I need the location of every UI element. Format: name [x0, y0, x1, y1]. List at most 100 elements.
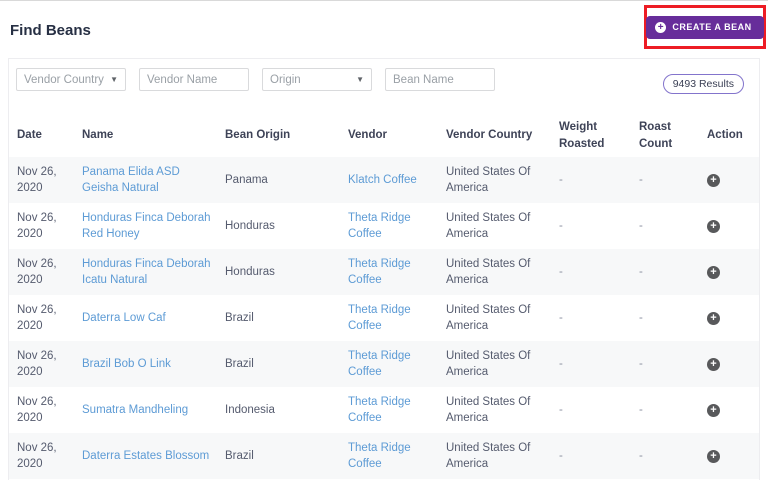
name-cell: Honduras Finca Deborah Red Honey	[74, 203, 217, 249]
roast-count-cell: -	[639, 219, 643, 232]
bean-name-link[interactable]: Daterra Estates Blossom	[82, 450, 209, 462]
date-cell: Nov 26, 2020	[17, 303, 57, 332]
bean-origin-cell: Indonesia	[225, 403, 275, 416]
vendor-cell: Theta Ridge Coffee	[340, 341, 438, 387]
bean-origin-cell: Honduras	[225, 219, 275, 232]
beans-table: Date Name Bean Origin Vendor Vendor Country W…	[9, 114, 759, 479]
find-beans-page: { "page": { "title": "Find Beans" }, "cr…	[0, 0, 768, 480]
roast-count-cell: -	[639, 449, 643, 462]
page-title: Find Beans	[10, 22, 91, 39]
bean-origin-cell: Brazil	[225, 449, 254, 462]
add-roast-icon[interactable]: +	[707, 357, 720, 371]
weight-roasted-cell: -	[559, 173, 563, 186]
bean-name-input[interactable]	[385, 68, 495, 91]
name-cell: Honduras Finca Deborah Icatu Natural	[74, 249, 217, 295]
vendor-country-cell: United States Of America	[446, 257, 531, 286]
name-cell: Daterra Low Caf	[74, 295, 217, 341]
vendor-cell: Theta Ridge Coffee	[340, 249, 438, 295]
bean-name-link[interactable]: Honduras Finca Deborah Icatu Natural	[82, 258, 211, 286]
table-row: Nov 26, 2020 Honduras Finca Deborah Icat…	[9, 249, 759, 295]
vendor-cell: Klatch Coffee	[340, 157, 438, 203]
table-row: Nov 26, 2020 Daterra Low Caf Brazil Thet…	[9, 295, 759, 341]
table-row: Nov 26, 2020 Sumatra Mandheling Indonesi…	[9, 387, 759, 433]
roast-count-cell: -	[639, 265, 643, 278]
bean-name-link[interactable]: Sumatra Mandheling	[82, 404, 188, 416]
roast-count-cell: -	[639, 173, 643, 186]
roast-count-cell: -	[639, 403, 643, 416]
vendor-link[interactable]: Klatch Coffee	[348, 174, 417, 186]
column-header-vendor-country: Vendor Country	[446, 129, 533, 142]
weight-roasted-cell: -	[559, 403, 563, 416]
bean-origin-cell: Brazil	[225, 311, 254, 324]
weight-roasted-cell: -	[559, 219, 563, 232]
chevron-down-icon: ▼	[110, 74, 118, 84]
vendor-country-select-label: Vendor Country	[24, 73, 104, 86]
column-header-roast-count: Roast Count	[639, 120, 673, 150]
roast-count-cell: -	[639, 357, 643, 370]
table-row: Nov 26, 2020 Panama Elida ASD Geisha Nat…	[9, 157, 759, 203]
bean-name-link[interactable]: Panama Elida ASD Geisha Natural	[82, 166, 180, 194]
table-row: Nov 26, 2020 Honduras Finca Deborah Red …	[9, 203, 759, 249]
bean-origin-cell: Honduras	[225, 265, 275, 278]
vendor-link[interactable]: Theta Ridge Coffee	[348, 304, 411, 332]
bean-origin-cell: Panama	[225, 173, 268, 186]
column-header-weight-roasted: Weight Roasted	[559, 120, 605, 150]
bean-name-link[interactable]: Honduras Finca Deborah Red Honey	[82, 212, 211, 240]
name-cell: Brazil Bob O Link	[74, 341, 217, 387]
vendor-country-cell: United States Of America	[446, 441, 531, 470]
vendor-cell: Theta Ridge Coffee	[340, 203, 438, 249]
action-cell: +	[699, 295, 759, 341]
vendor-country-select[interactable]: Vendor Country ▼	[16, 68, 126, 91]
add-roast-icon[interactable]: +	[707, 265, 720, 279]
plus-circle-icon: +	[655, 21, 667, 33]
date-cell: Nov 26, 2020	[17, 257, 57, 286]
results-card: Vendor Country ▼ Origin ▼ 9493 Results D…	[8, 58, 760, 480]
create-a-bean-label: CREATE A BEAN	[672, 22, 752, 32]
roast-count-cell: -	[639, 311, 643, 324]
vendor-country-cell: United States Of America	[446, 303, 531, 332]
weight-roasted-cell: -	[559, 357, 563, 370]
create-a-bean-button[interactable]: + CREATE A BEAN	[646, 15, 764, 39]
chevron-down-icon: ▼	[356, 74, 364, 84]
column-header-vendor: Vendor	[348, 129, 387, 142]
vendor-link[interactable]: Theta Ridge Coffee	[348, 396, 411, 424]
column-header-bean-origin: Bean Origin	[225, 129, 291, 142]
vendor-name-input[interactable]	[139, 68, 249, 91]
vendor-link[interactable]: Theta Ridge Coffee	[348, 212, 411, 240]
vendor-link[interactable]: Theta Ridge Coffee	[348, 258, 411, 286]
date-cell: Nov 26, 2020	[17, 211, 57, 240]
action-cell: +	[699, 203, 759, 249]
vendor-country-cell: United States Of America	[446, 349, 531, 378]
action-cell: +	[699, 341, 759, 387]
date-cell: Nov 26, 2020	[17, 441, 57, 470]
date-cell: Nov 26, 2020	[17, 395, 57, 424]
bean-name-link[interactable]: Brazil Bob O Link	[82, 358, 171, 370]
vendor-link[interactable]: Theta Ridge Coffee	[348, 442, 411, 470]
add-roast-icon[interactable]: +	[707, 173, 720, 187]
add-roast-icon[interactable]: +	[707, 449, 720, 463]
bean-origin-cell: Brazil	[225, 357, 254, 370]
vendor-link[interactable]: Theta Ridge Coffee	[348, 350, 411, 378]
origin-select[interactable]: Origin ▼	[262, 68, 372, 91]
add-roast-icon[interactable]: +	[707, 311, 720, 325]
name-cell: Daterra Estates Blossom	[74, 433, 217, 479]
vendor-country-cell: United States Of America	[446, 165, 531, 194]
table-row: Nov 26, 2020 Brazil Bob O Link Brazil Th…	[9, 341, 759, 387]
vendor-cell: Theta Ridge Coffee	[340, 295, 438, 341]
table-row: Nov 26, 2020 Daterra Estates Blossom Bra…	[9, 433, 759, 479]
origin-select-label: Origin	[270, 73, 301, 86]
action-cell: +	[699, 249, 759, 295]
red-annotation-box: + CREATE A BEAN	[644, 5, 766, 49]
vendor-country-cell: United States Of America	[446, 395, 531, 424]
vendor-cell: Theta Ridge Coffee	[340, 387, 438, 433]
weight-roasted-cell: -	[559, 265, 563, 278]
name-cell: Panama Elida ASD Geisha Natural	[74, 157, 217, 203]
vendor-cell: Theta Ridge Coffee	[340, 433, 438, 479]
action-cell: +	[699, 433, 759, 479]
bean-name-link[interactable]: Daterra Low Caf	[82, 312, 166, 324]
action-cell: +	[699, 387, 759, 433]
add-roast-icon[interactable]: +	[707, 403, 720, 417]
add-roast-icon[interactable]: +	[707, 219, 720, 233]
date-cell: Nov 26, 2020	[17, 165, 57, 194]
vendor-country-cell: United States Of America	[446, 211, 531, 240]
